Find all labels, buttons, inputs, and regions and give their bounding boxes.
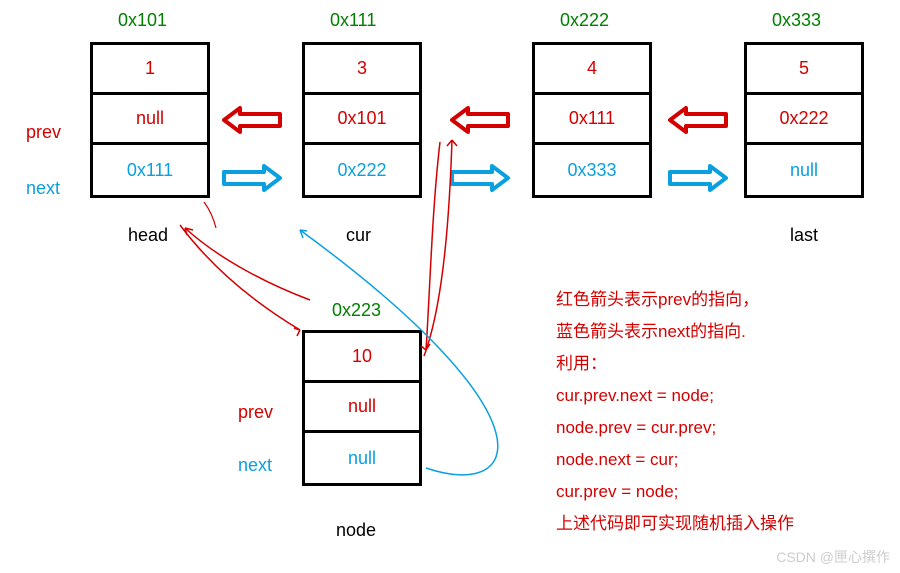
n4-next: null: [747, 145, 861, 195]
ins-value: 10: [305, 333, 419, 383]
n3-value: 4: [535, 45, 649, 95]
sketch-line: [180, 225, 300, 330]
label-next-ins: next: [238, 455, 272, 476]
desc-line-8: 上述代码即可实现随机插入操作: [556, 508, 794, 540]
desc-line-1: 红色箭头表示prev的指向，: [556, 284, 759, 316]
ins-next: null: [305, 433, 419, 483]
desc-line-3: 利用：: [556, 348, 607, 380]
prev-arrow-icon: [670, 108, 726, 132]
sketch-line: [426, 142, 440, 350]
label-prev-ins: prev: [238, 402, 273, 423]
label-prev-row: prev: [26, 122, 61, 143]
n2-prev: 0x101: [305, 95, 419, 145]
next-arrow-icon: [224, 166, 280, 190]
node-3: 4 0x111 0x333: [532, 42, 652, 198]
label-head: head: [128, 225, 168, 246]
addr-n3: 0x222: [560, 10, 609, 31]
label-next-row: next: [26, 178, 60, 199]
desc-line-5: node.prev = cur.prev;: [556, 412, 716, 444]
ins-prev: null: [305, 383, 419, 433]
addr-n2: 0x111: [330, 10, 376, 31]
n3-prev: 0x111: [535, 95, 649, 145]
label-cur: cur: [346, 225, 371, 246]
prev-arrow-icon: [452, 108, 508, 132]
n4-prev: 0x222: [747, 95, 861, 145]
addr-n4: 0x333: [772, 10, 821, 31]
desc-line-2: 蓝色箭头表示next的指向.: [556, 316, 746, 348]
watermark: CSDN @匣心撰作: [776, 547, 890, 567]
prev-arrow-icon: [224, 108, 280, 132]
addr-ins: 0x223: [332, 300, 381, 321]
sketch-line: [185, 228, 310, 300]
next-arrow-icon: [670, 166, 726, 190]
label-node: node: [336, 520, 376, 541]
n1-next: 0x111: [93, 145, 207, 195]
label-last: last: [790, 225, 818, 246]
desc-line-4: cur.prev.next = node;: [556, 380, 714, 412]
node-2: 3 0x101 0x222: [302, 42, 422, 198]
addr-n1: 0x101: [118, 10, 167, 31]
desc-line-7: cur.prev = node;: [556, 476, 678, 508]
n2-next: 0x222: [305, 145, 419, 195]
n2-value: 3: [305, 45, 419, 95]
desc-line-6: node.next = cur;: [556, 444, 678, 476]
n4-value: 5: [747, 45, 861, 95]
n1-prev: null: [93, 95, 207, 145]
sketch-line: [424, 140, 452, 356]
next-arrow-icon: [452, 166, 508, 190]
node-4: 5 0x222 null: [744, 42, 864, 198]
node-1: 1 null 0x111: [90, 42, 210, 198]
node-ins: 10 null null: [302, 330, 422, 486]
n1-value: 1: [93, 45, 207, 95]
n3-next: 0x333: [535, 145, 649, 195]
